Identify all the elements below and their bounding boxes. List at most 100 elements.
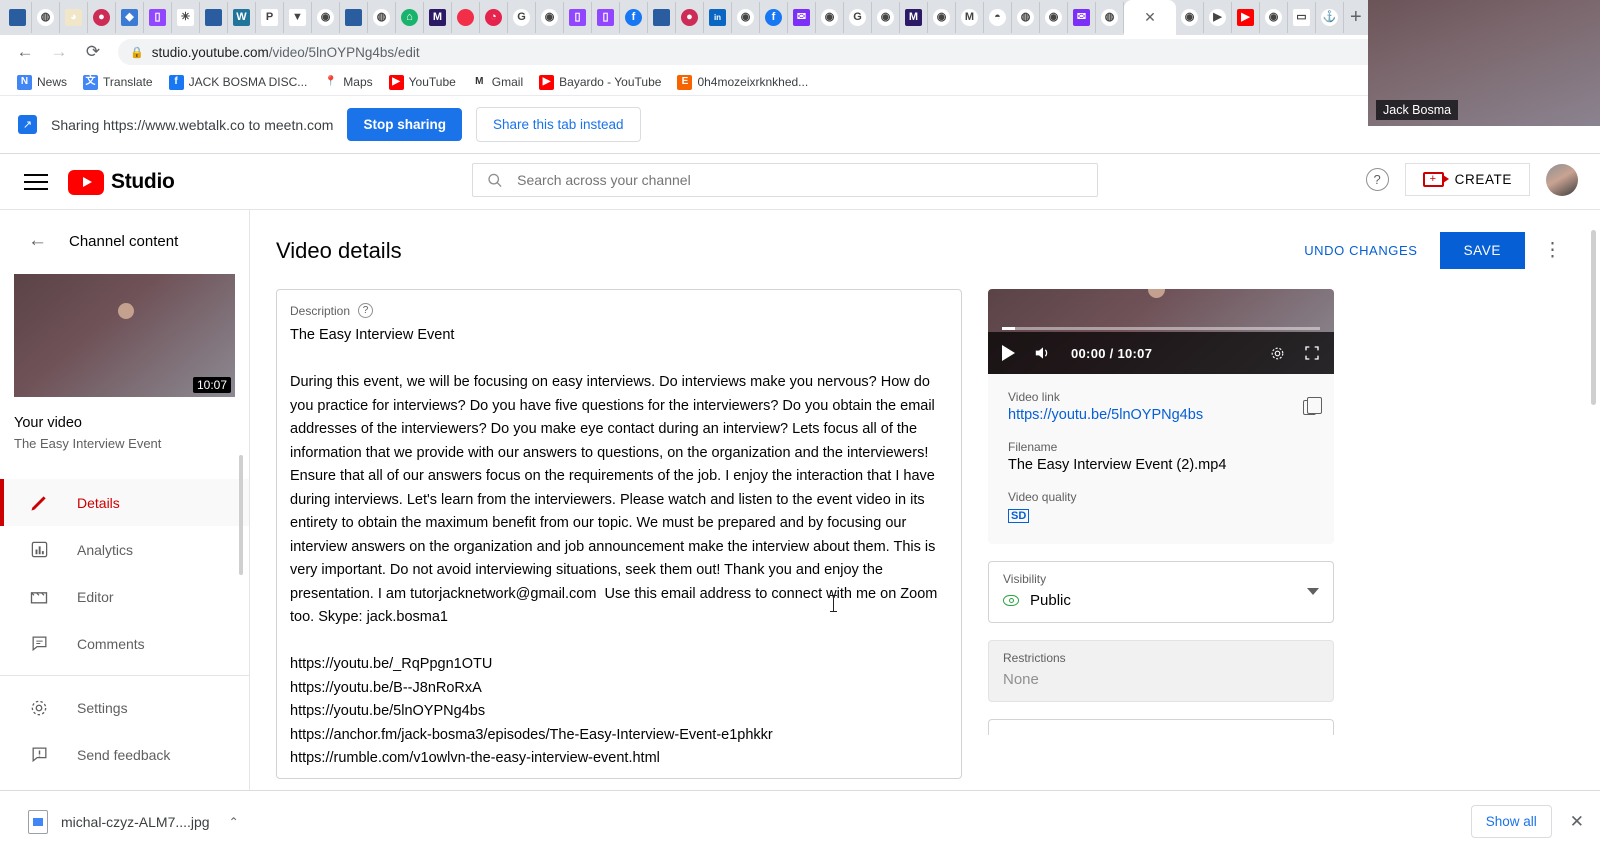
bookmark-item[interactable]: E 0h4mozeixrknkhed... — [670, 72, 815, 93]
bookmark-item[interactable]: ▶ YouTube — [382, 72, 463, 93]
tab-purple-crown[interactable]: M — [424, 2, 452, 33]
tab-google[interactable]: G — [508, 2, 536, 33]
show-all-downloads-button[interactable]: Show all — [1470, 805, 1552, 838]
tab-webtalk[interactable] — [4, 2, 32, 33]
new-tab-button[interactable]: + — [1350, 6, 1362, 29]
tab-gmail[interactable]: M — [956, 2, 984, 33]
progress-bar[interactable] — [1002, 327, 1320, 330]
tab-twitch-3[interactable]: ▯ — [592, 2, 620, 33]
tab-paypal[interactable]: P — [256, 2, 284, 33]
tab-chrome-2[interactable]: ◉ — [536, 2, 564, 33]
tab-chrome-8[interactable]: ◉ — [1260, 2, 1288, 33]
hamburger-menu-icon[interactable] — [24, 169, 48, 195]
tab-green-circle[interactable]: ⌂ — [396, 2, 424, 33]
main-scrollbar[interactable] — [1591, 230, 1596, 405]
volume-icon[interactable] — [1033, 345, 1053, 361]
tab-youtube[interactable]: ▶ — [1232, 2, 1260, 33]
sidebar-item-details[interactable]: Details — [0, 479, 249, 526]
tab-record-circle[interactable]: ◉ — [1176, 2, 1204, 33]
tab-chrome-4[interactable]: ◉ — [816, 2, 844, 33]
tab-blue-frame[interactable]: ▭ — [1288, 2, 1316, 33]
sidebar-item-analytics[interactable]: Analytics — [0, 526, 249, 573]
video-thumbnail[interactable]: 10:07 — [14, 274, 235, 397]
sidebar-item-comments[interactable]: Comments — [0, 620, 249, 667]
chevron-down-icon[interactable] — [1307, 588, 1319, 595]
sidebar-scrollbar[interactable] — [239, 455, 243, 575]
tab-shield[interactable]: ◆ — [116, 2, 144, 33]
tab-wordpress[interactable]: W — [228, 2, 256, 33]
share-this-tab-button[interactable]: Share this tab instead — [475, 107, 641, 142]
tab-twitch[interactable]: ▯ — [144, 2, 172, 33]
tab-mail[interactable]: ✉ — [788, 2, 816, 33]
save-button[interactable]: SAVE — [1439, 232, 1525, 269]
back-button[interactable]: ← — [10, 37, 40, 67]
download-item[interactable]: michal-czyz-ALM7....jpg ⌃ — [16, 802, 251, 842]
tab-record-red[interactable] — [452, 2, 480, 33]
tab-mail-2[interactable]: ✉ — [1068, 2, 1096, 33]
copy-link-icon[interactable] — [1303, 397, 1322, 415]
paypal-icon: P — [261, 9, 278, 26]
tab-chrome-3[interactable]: ◉ — [732, 2, 760, 33]
reload-button[interactable]: ⟳ — [78, 37, 108, 67]
close-downloads-icon[interactable]: ✕ — [1570, 812, 1584, 832]
tab-webtalk-2[interactable]: ◍ — [32, 2, 60, 33]
tab-youtube-record-2[interactable]: ● — [676, 2, 704, 33]
tab-anchor[interactable]: ⚓ — [1316, 2, 1344, 33]
description-text[interactable]: The Easy Interview Event During this eve… — [290, 324, 945, 771]
video-player[interactable]: 00:00 / 10:07 — [988, 289, 1334, 374]
bookmark-item[interactable]: 文 Translate — [76, 72, 160, 93]
player-settings-icon[interactable] — [1269, 345, 1286, 362]
tab-play-green[interactable]: ▶ — [1204, 2, 1232, 33]
tab-webtalk-4[interactable]: ◍ — [1012, 2, 1040, 33]
tab-facebook[interactable]: f — [620, 2, 648, 33]
search-input[interactable] — [517, 172, 1083, 188]
tab-webtalk-5[interactable]: ◍ — [1096, 2, 1124, 33]
bookmark-item[interactable]: M Gmail — [465, 72, 530, 93]
tab-linkedin[interactable]: in — [704, 2, 732, 33]
tab-webtalk-3[interactable]: ◍ — [368, 2, 396, 33]
visibility-select[interactable]: Visibility Public — [988, 561, 1334, 623]
fullscreen-icon[interactable] — [1304, 345, 1320, 361]
tab-blue-square-3[interactable] — [648, 2, 676, 33]
bookmark-item[interactable]: f JACK BOSMA DISC... — [162, 72, 315, 93]
tab-chrome-5[interactable]: ◉ — [872, 2, 900, 33]
tab-chrome-7[interactable]: ◉ — [1040, 2, 1068, 33]
tab-owl[interactable]: ◕ — [60, 2, 88, 33]
help-icon[interactable]: ? — [1365, 168, 1389, 191]
sidebar-item-settings[interactable]: Settings — [0, 684, 249, 731]
active-tab[interactable]: ✕ — [1124, 0, 1176, 35]
avatar[interactable] — [1546, 163, 1578, 196]
video-link[interactable]: https://youtu.be/5lnOYPNg4bs — [1008, 407, 1318, 423]
description-help-icon[interactable]: ? — [358, 303, 374, 318]
close-icon[interactable]: ✕ — [1144, 9, 1156, 26]
tab-telegram[interactable]: ▼ — [284, 2, 312, 33]
tab-blue-square[interactable] — [200, 2, 228, 33]
description-field[interactable]: Description ? The Easy Interview Event D… — [276, 289, 962, 779]
bookmark-item[interactable]: 📍 Maps — [316, 72, 379, 93]
tab-google-2[interactable]: G — [844, 2, 872, 33]
back-to-channel-content[interactable]: ← Channel content — [0, 210, 249, 252]
tab-chrome-6[interactable]: ◉ — [928, 2, 956, 33]
tab-reddit[interactable]: ◓ — [984, 2, 1012, 33]
tab-facebook-2[interactable]: f — [760, 2, 788, 33]
undo-changes-button[interactable]: UNDO CHANGES — [1304, 243, 1417, 258]
tab-twitch-2[interactable]: ▯ — [564, 2, 592, 33]
sidebar-item-editor[interactable]: Editor — [0, 573, 249, 620]
sidebar-item-send-feedback[interactable]: Send feedback — [0, 731, 249, 778]
bookmark-item[interactable]: N News — [10, 72, 74, 93]
tab-youtube-record[interactable]: ● — [88, 2, 116, 33]
tab-sparkle[interactable]: ✳ — [172, 2, 200, 33]
create-button[interactable]: + CREATE — [1404, 163, 1530, 196]
play-icon[interactable] — [1002, 345, 1015, 361]
youtube-studio-logo[interactable]: Studio — [68, 169, 175, 195]
tab-blue-square-2[interactable] — [340, 2, 368, 33]
tab-purple-crown-2[interactable]: M — [900, 2, 928, 33]
tab-chrome[interactable]: ◉ — [312, 2, 340, 33]
bookmark-item[interactable]: ▶ Bayardo - YouTube — [532, 72, 668, 93]
chevron-up-icon[interactable]: ⌃ — [229, 815, 239, 829]
more-options-icon[interactable]: ⋮ — [1543, 241, 1562, 260]
stop-sharing-button[interactable]: Stop sharing — [347, 108, 462, 141]
channel-search[interactable] — [472, 163, 1098, 197]
forward-button[interactable]: → — [44, 37, 74, 67]
tab-clock-red[interactable]: ◔ — [480, 2, 508, 33]
